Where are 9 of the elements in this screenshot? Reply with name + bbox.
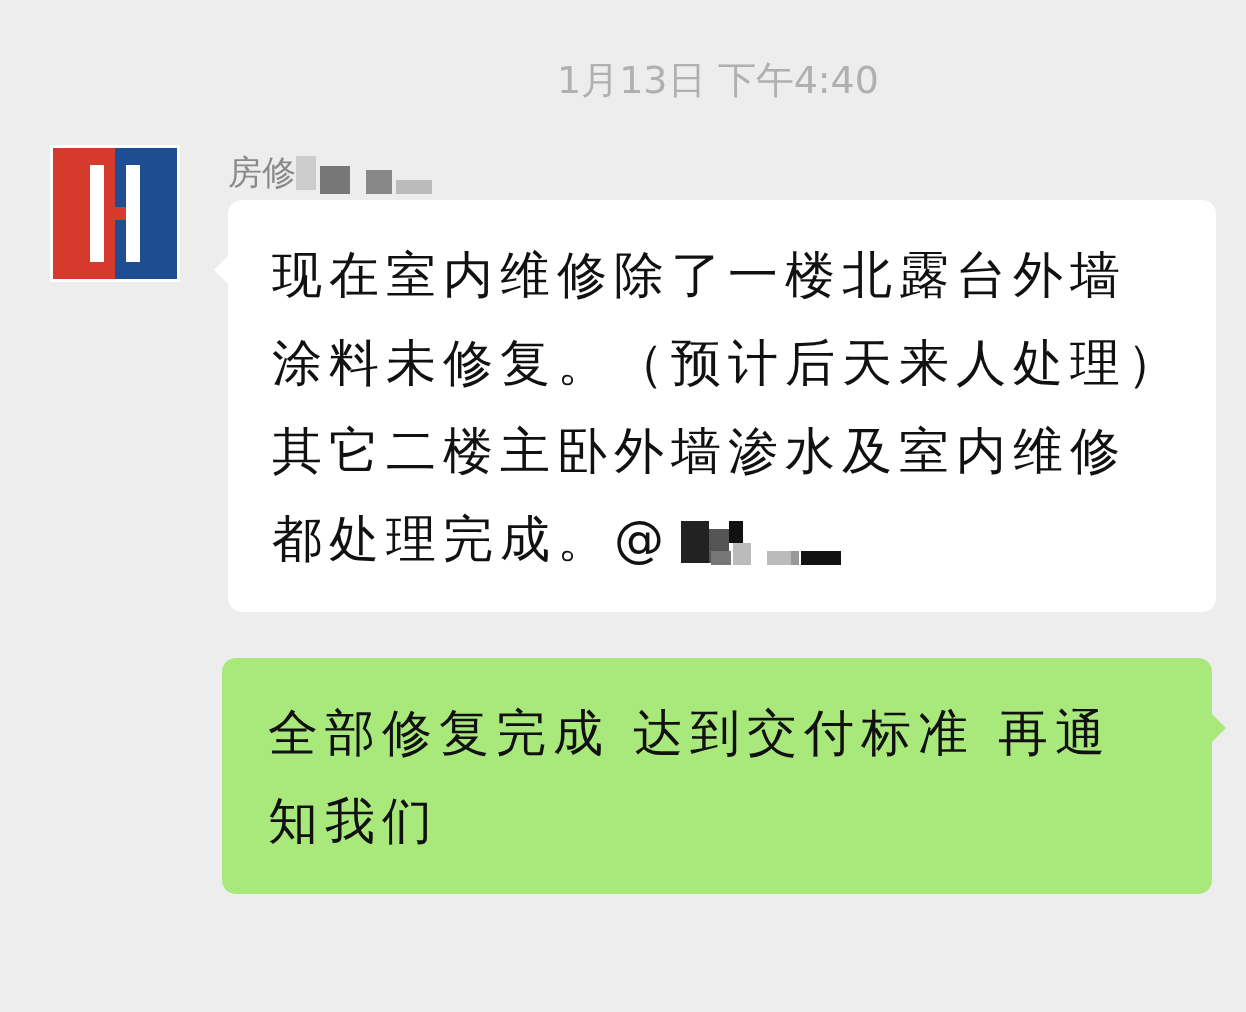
message-text: 都处理完成。@ <box>272 510 671 568</box>
avatar-logo-icon[interactable] <box>50 145 180 282</box>
sender-name: 房修 <box>228 151 296 194</box>
message-text: 涂料未修复。（预计后天来人处理） <box>272 334 1184 392</box>
message-text: 知我们 <box>268 792 439 850</box>
timestamp: 1月13日 下午4:40 <box>557 58 879 102</box>
message-text: 其它二楼主卧外墙渗水及室内维修 <box>272 422 1127 480</box>
message-text: 现在室内维修除了一楼北露台外墙 <box>272 246 1127 304</box>
message-text: 全部修复完成 达到交付标准 再通 <box>268 704 1112 762</box>
